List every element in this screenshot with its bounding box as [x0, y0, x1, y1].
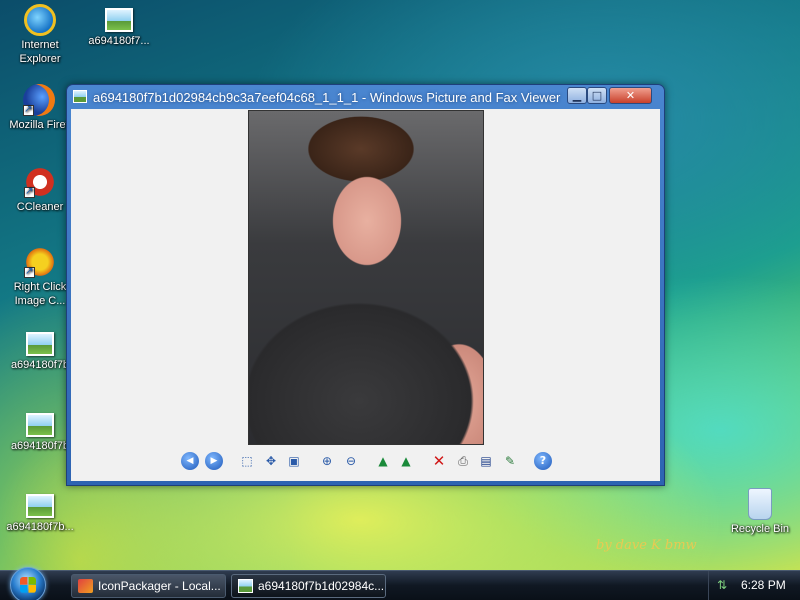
help-button[interactable]: ?: [534, 452, 552, 470]
clock[interactable]: 6:28 PM: [741, 578, 786, 592]
desktop-icon-recycle-bin[interactable]: Recycle Bin: [721, 488, 799, 536]
best-fit-button[interactable]: ⬚: [238, 452, 256, 470]
minimize-button[interactable]: ▁: [567, 87, 587, 104]
desktop-icon-label: Recycle Bin: [730, 523, 790, 535]
picture-viewer-icon: [73, 90, 87, 103]
desktop-icon-label: a694180f7...: [88, 35, 150, 47]
wallpaper-signature: by dave K bmw: [596, 538, 697, 553]
slideshow-button[interactable]: ▣: [285, 452, 303, 470]
windows-logo-icon: [20, 577, 36, 593]
taskbar-button-picture-viewer[interactable]: a694180f7b1d02984c...: [231, 574, 386, 598]
internet-explorer-icon: [24, 4, 56, 36]
shortcut-arrow-icon: [23, 103, 34, 117]
zoom-in-button[interactable]: ⊕: [318, 452, 336, 470]
rotate-clockwise-button[interactable]: ▲: [374, 452, 392, 470]
image-file-icon: [26, 413, 54, 437]
shortcut-arrow-icon: [24, 185, 35, 199]
ccleaner-icon: [24, 166, 56, 199]
image-file-icon: [26, 332, 54, 356]
system-tray: ⇅ 6:28 PM: [708, 571, 800, 600]
print-button[interactable]: ⎙: [454, 452, 472, 470]
recycle-bin-icon: [748, 488, 772, 520]
picture-viewer-window: a694180f7b1d02984cb9c3a7eef04c68_1_1_1 -…: [66, 84, 665, 486]
firefox-icon: [23, 84, 55, 117]
viewer-toolbar: ◀ ▶ ⬚ ✥ ▣ ⊕ ⊖ ▲ ▲ ✕ ⎙ ▤ ✎ ?: [71, 452, 660, 474]
network-icon[interactable]: ⇅: [717, 578, 731, 592]
zoom-out-button[interactable]: ⊖: [342, 452, 360, 470]
edit-button[interactable]: ✎: [501, 452, 519, 470]
desktop-icon-image-file[interactable]: a694180f7...: [80, 8, 158, 48]
window-title-bar[interactable]: a694180f7b1d02984cb9c3a7eef04c68_1_1_1 -…: [67, 85, 664, 109]
delete-button[interactable]: ✕: [430, 452, 448, 470]
image-file-icon: [105, 8, 133, 32]
desktop-icon-image-file[interactable]: a694180f7b...: [1, 494, 79, 534]
start-button[interactable]: [10, 567, 46, 600]
taskbar-button-iconpackager[interactable]: IconPackager - Local...: [71, 574, 226, 598]
right-click-image-converter-icon: [24, 246, 56, 279]
window-title: a694180f7b1d02984cb9c3a7eef04c68_1_1_1 -…: [93, 90, 561, 105]
shortcut-arrow-icon: [24, 265, 35, 279]
actual-size-button[interactable]: ✥: [262, 452, 280, 470]
desktop-icon-label: Internet Explorer: [19, 39, 61, 65]
taskbar-button-label: IconPackager - Local...: [98, 579, 221, 593]
image-display-area: ◀ ▶ ⬚ ✥ ▣ ⊕ ⊖ ▲ ▲ ✕ ⎙ ▤ ✎ ?: [71, 109, 660, 481]
displayed-photo: [248, 110, 484, 445]
taskbar: IconPackager - Local... a694180f7b1d0298…: [0, 567, 800, 600]
iconpackager-icon: [78, 579, 93, 593]
desktop-icon-label: a694180f7b...: [6, 521, 74, 533]
picture-viewer-icon: [238, 579, 253, 593]
maximize-button[interactable]: □: [587, 87, 607, 104]
next-image-button[interactable]: ▶: [205, 452, 223, 470]
taskbar-button-label: a694180f7b1d02984c...: [258, 579, 385, 593]
close-button[interactable]: ✕: [609, 87, 652, 104]
image-file-icon: [26, 494, 54, 518]
save-button[interactable]: ▤: [477, 452, 495, 470]
rotate-counterclockwise-button[interactable]: ▲: [397, 452, 415, 470]
desktop-icon-internet-explorer[interactable]: Internet Explorer: [1, 4, 79, 66]
previous-image-button[interactable]: ◀: [181, 452, 199, 470]
